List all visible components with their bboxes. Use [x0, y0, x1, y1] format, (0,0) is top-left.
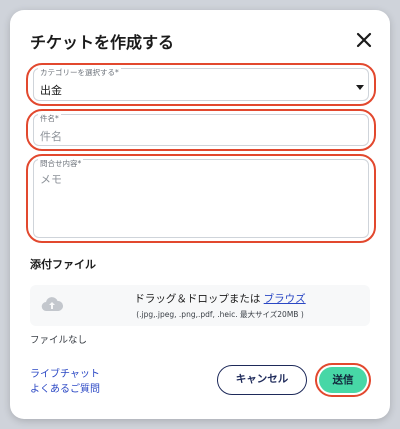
no-file-text: ファイルなし — [30, 335, 88, 346]
category-select[interactable]: カテゴリーを選択する* 出金 — [26, 63, 376, 106]
file-type-hint: (.jpg,.jpeg, .png,.pdf, .heic. 最大サイズ20MB… — [136, 310, 304, 319]
subject-placeholder: 件名 — [40, 130, 62, 143]
inquiry-label: 問合せ内容* — [38, 158, 84, 169]
category-value: 出金 — [40, 84, 62, 97]
attachments-heading: 添付ファイル — [30, 258, 96, 271]
chevron-down-icon — [356, 85, 364, 90]
subject-label: 件名* — [38, 113, 61, 124]
file-drop-zone[interactable]: ドラッグ＆ドロップまたは ブラウズ (.jpg,.jpeg, .png,.pdf… — [30, 285, 370, 326]
cancel-button[interactable]: キャンセル — [217, 365, 307, 395]
inquiry-textarea[interactable]: 問合せ内容* メモ — [26, 154, 376, 243]
faq-link[interactable]: よくあるご質問 — [30, 380, 100, 395]
subject-input[interactable]: 件名* 件名 — [26, 109, 376, 151]
create-ticket-dialog: チケットを作成する カテゴリーを選択する* 出金 件名* 件名 問合せ内容* メ… — [10, 10, 390, 419]
inquiry-placeholder: メモ — [40, 173, 62, 186]
drop-text: ドラッグ＆ドロップまたは — [134, 293, 261, 305]
dialog-title: チケットを作成する — [30, 33, 175, 52]
close-icon[interactable] — [354, 30, 374, 50]
category-label: カテゴリーを選択する* — [38, 67, 121, 78]
browse-link[interactable]: ブラウズ — [264, 293, 306, 305]
submit-button[interactable]: 送信 — [319, 367, 367, 393]
live-chat-link[interactable]: ライブチャット — [30, 365, 100, 380]
